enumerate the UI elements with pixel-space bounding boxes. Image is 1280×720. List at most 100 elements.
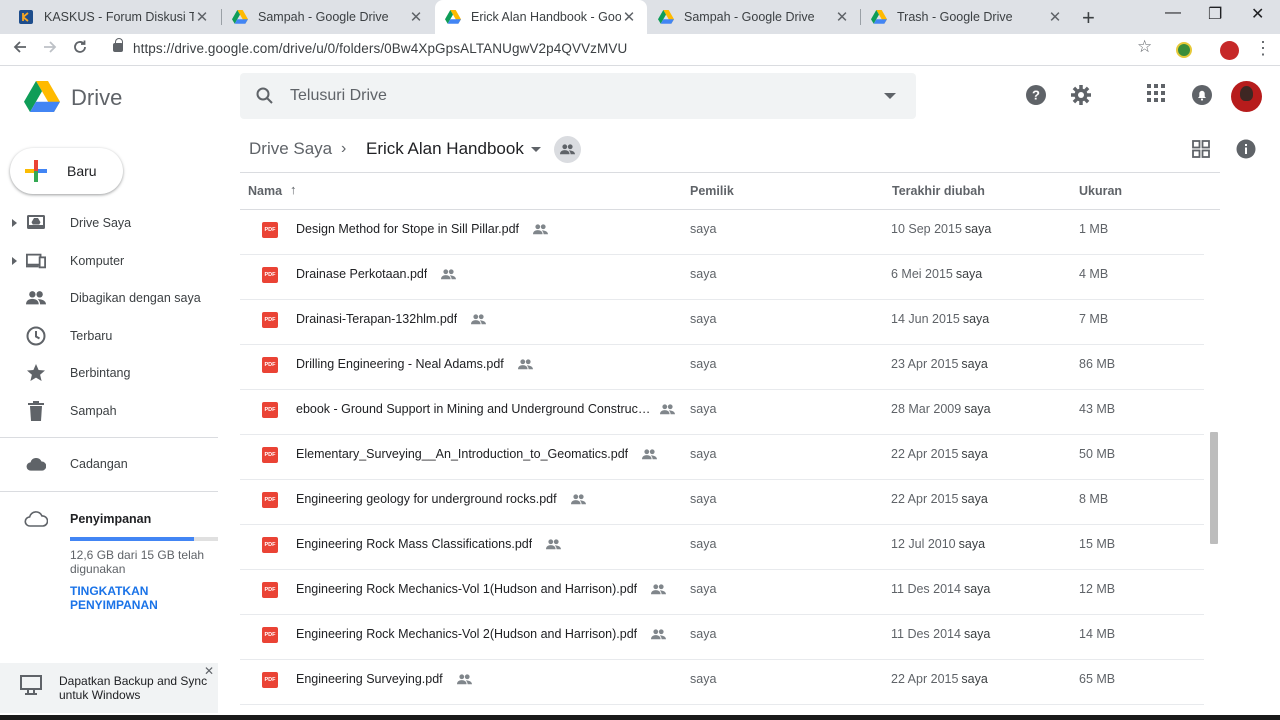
shared-people-icon [651,627,666,645]
tab-close-icon[interactable]: ✕ [194,8,210,26]
file-last-modified: 22 Apr 2015 saya [891,672,988,686]
breadcrumb-current-folder[interactable]: Erick Alan Handbook [366,139,524,159]
file-name[interactable]: Engineering Surveying.pdf [296,672,443,686]
file-row[interactable]: PDF Elementary_Surveying__An_Introduction… [240,435,1204,480]
sidebar-item-label: Terbaru [70,329,113,343]
help-icon[interactable]: ? [1025,84,1047,111]
storage-progress-fill [70,537,195,541]
file-name[interactable]: Engineering Rock Mass Classifications.pd… [296,537,532,551]
search-icon[interactable] [255,86,275,111]
expand-caret-icon[interactable] [12,257,17,265]
file-row[interactable]: PDF Design Method for Stope in Sill Pilla… [240,210,1204,255]
file-last-modified: 11 Des 2014 saya [891,627,990,641]
file-row[interactable]: PDF Drilling Engineering - Neal Adams.pdf… [240,345,1204,390]
tab-close-icon[interactable]: ✕ [621,8,637,26]
extension-icon[interactable] [1176,42,1192,58]
new-button[interactable]: Baru [10,148,123,194]
folder-menu-dropdown-icon[interactable] [531,147,541,152]
file-row[interactable]: PDF Engineering Rock Mass Classifications… [240,525,1204,570]
file-row[interactable]: PDF Engineering Rock Mechanics-Vol 1(Huds… [240,570,1204,615]
drive-logo-icon[interactable] [24,81,60,117]
sidebar-item-trash[interactable]: Sampah [0,396,220,426]
search-box[interactable]: Telusuri Drive [240,73,916,119]
file-size: 4 MB [1079,267,1109,281]
tab-title: Trash - Google Drive [897,10,1013,24]
file-name[interactable]: Engineering Rock Mechanics-Vol 1(Hudson … [296,582,637,596]
search-options-dropdown-icon[interactable] [884,93,896,99]
grid-view-icon[interactable] [1192,140,1210,163]
pdf-file-icon: PDF [262,402,278,418]
shared-people-icon [642,447,657,465]
expand-caret-icon[interactable] [12,219,17,227]
sidebar-item-my-drive[interactable]: Drive Saya [0,208,220,238]
file-name[interactable]: Elementary_Surveying__An_Introduction_to… [296,447,628,461]
file-name[interactable]: Engineering geology for underground rock… [296,492,557,506]
file-row[interactable]: PDF ebook - Ground Support in Mining and … [240,390,1204,435]
file-row[interactable]: PDF Drainase Perkotaan.pdf saya 6 Mei 2015 s… [240,255,1204,300]
search-input[interactable]: Telusuri Drive [290,87,387,105]
sidebar-item-recent[interactable]: Terbaru [0,321,220,351]
window-minimize-button[interactable]: — [1165,4,1181,22]
breadcrumb-my-drive[interactable]: Drive Saya [249,139,332,159]
file-row[interactable]: PDF Engineering geology for underground r… [240,480,1204,525]
browser-tab-erick-alan-handbook[interactable]: Erick Alan Handbook - Google ✕ [435,0,647,34]
sidebar-item-starred[interactable]: Berbintang [0,358,220,388]
file-name[interactable]: Drainase Perkotaan.pdf [296,267,427,281]
upgrade-storage-link[interactable]: TINGKATKAN PENYIMPANAN [70,584,215,612]
tab-close-icon[interactable]: ✕ [834,8,850,26]
apps-grid-icon[interactable] [1147,84,1165,107]
file-name[interactable]: Design Method for Stope in Sill Pillar.p… [296,222,519,236]
modified-by: saya [961,447,988,461]
sidebar-item-backups[interactable]: Cadangan [0,449,220,479]
modified-by: saya [961,357,988,371]
window-close-button[interactable]: ✕ [1251,4,1264,24]
file-name[interactable]: Engineering Rock Mechanics-Vol 2(Hudson … [296,627,637,641]
modified-by: saya [955,267,983,281]
file-size: 65 MB [1079,672,1116,686]
browser-tab-sampah-2[interactable]: Sampah - Google Drive ✕ [648,0,860,34]
browser-menu-icon[interactable]: ⋮ [1254,38,1272,59]
column-header-file-size[interactable]: Ukuran [1079,184,1122,198]
tab-close-icon[interactable]: ✕ [408,8,424,26]
sort-ascending-arrow-icon[interactable]: ↑ [290,182,297,197]
back-arrow-icon[interactable] [11,38,29,61]
browser-tab-kaskus[interactable]: KASKUS - Forum Diskusi Terbe ✕ [8,0,220,34]
file-row[interactable]: PDF Engineering Surveying.pdf saya 22 Apr 2… [240,660,1204,705]
file-name[interactable]: ebook - Ground Support in Mining and Und… [296,402,652,416]
notifications-bell-icon[interactable] [1191,84,1213,111]
browser-profile-avatar[interactable] [1220,41,1239,60]
file-name[interactable]: Drilling Engineering - Neal Adams.pdf [296,357,504,371]
file-name[interactable]: Drainasi-Terapan-132hlm.pdf [296,312,457,326]
browser-tab-trash[interactable]: Trash - Google Drive ✕ [861,0,1073,34]
promo-close-icon[interactable]: ✕ [204,664,214,678]
column-header-name[interactable]: Nama [248,184,282,198]
details-info-icon[interactable] [1236,139,1256,164]
file-list-scrollbar-thumb[interactable] [1210,432,1218,544]
file-owner: saya [690,672,717,686]
sidebar-item-shared-with-me[interactable]: Dibagikan dengan saya [0,283,220,313]
shared-people-icon [651,582,666,600]
settings-gear-icon[interactable] [1070,84,1092,111]
pdf-file-icon: PDF [262,492,278,508]
reload-icon[interactable] [71,38,89,61]
tab-close-icon[interactable]: ✕ [1047,8,1063,26]
file-last-modified: 10 Sep 2015 saya [891,222,991,236]
modified-by: saya [963,582,991,596]
pdf-file-icon: PDF [262,582,278,598]
file-row[interactable]: PDF Engineering Rock Mechanics-Vol 2(Huds… [240,615,1204,660]
column-header-owner[interactable]: Pemilik [690,184,734,198]
backup-sync-promo[interactable]: Dapatkan Backup and Sync untuk Windows ✕ [0,663,218,713]
account-avatar[interactable] [1231,81,1262,112]
file-row[interactable]: PDF Drainasi-Terapan-132hlm.pdf saya 14 Jun… [240,300,1204,345]
address-bar[interactable]: https://drive.google.com/drive/u/0/folde… [133,41,627,56]
sidebar-item-computers[interactable]: Komputer [0,246,220,276]
file-last-modified: 22 Apr 2015 saya [891,492,988,506]
column-header-last-modified[interactable]: Terakhir diubah [892,184,985,198]
forward-arrow-icon[interactable] [41,38,59,61]
new-tab-button[interactable]: + [1082,5,1095,31]
bookmark-star-icon[interactable]: ☆ [1137,37,1152,57]
window-maximize-button[interactable]: ❐ [1208,4,1222,24]
modified-date: 23 Apr 2015 [891,357,959,371]
browser-tab-sampah[interactable]: Sampah - Google Drive ✕ [222,0,434,34]
shared-folder-people-icon[interactable] [554,136,581,163]
